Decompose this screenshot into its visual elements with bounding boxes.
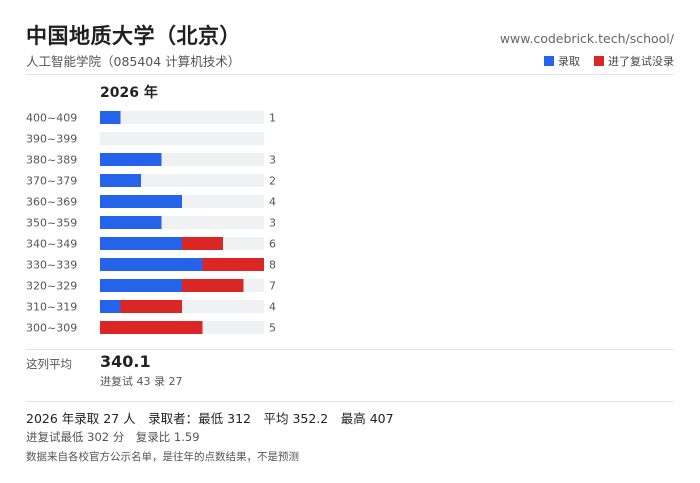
data-label: 3 [269,217,276,230]
page-subtitle: 人工智能学院（085404 计算机技术） [26,54,241,69]
divider [26,74,674,75]
data-label: 2 [269,175,276,188]
tick-label: 370~379 [26,175,77,188]
tick-label: 380~389 [26,154,77,167]
tick-label: 300~309 [26,322,77,335]
bar-rejected [182,279,244,292]
data-label: 4 [269,196,276,209]
bar-rejected [202,258,264,271]
data-label: 4 [269,301,276,314]
bar-track [100,111,264,124]
divider [26,401,674,402]
bar-admitted [100,111,121,124]
tick-label: 400~409 [26,112,77,125]
average-sub: 进复试 43 录 27 [100,375,183,388]
legend-item-admitted: 录取 [544,53,580,69]
bar-admitted [100,216,162,229]
data-label: 8 [269,259,276,272]
chart-legend: 录取 进了复试没录 [536,53,674,69]
data-label: 6 [269,238,276,251]
chart-title: 2026 年 [100,85,158,101]
bar-admitted [100,195,182,208]
legend-swatch-rejected [594,56,604,66]
bar-rejected [182,237,223,250]
divider [26,349,674,350]
bar-admitted [100,258,203,271]
data-label: 3 [269,154,276,167]
bar-admitted [100,300,121,313]
summary-detail: 进复试最低 302 分 复录比 1.59 [26,430,200,444]
legend-label-admitted: 录取 [558,55,580,68]
data-source-note: 数据来自各校官方公示名单，是往年的点数结果，不是预测 [26,451,299,463]
summary-line: 2026 年录取 27 人 录取者：最低 312 平均 352.2 最高 407 [26,411,394,426]
bar-admitted [100,174,141,187]
tick-label: 390~399 [26,133,77,146]
tick-label: 330~339 [26,259,77,272]
data-label: 5 [269,322,276,335]
bar-rejected [120,300,182,313]
tick-label: 340~349 [26,238,77,251]
average-label: 这列平均 [26,357,72,371]
average-value: 340.1 [100,352,151,371]
bar-admitted [100,237,182,250]
bar-admitted [100,153,162,166]
tick-label: 360~369 [26,196,77,209]
legend-swatch-admitted [544,56,554,66]
data-label: 1 [269,112,276,125]
tick-label: 310~319 [26,301,77,314]
tick-label: 320~329 [26,280,77,293]
bar-track [100,132,264,145]
score-distribution-chart: 400~409 1 390~399 380~389 3 370~379 2 360~369 4 3… [26,111,276,335]
legend-label-rejected: 进了复试没录 [608,55,674,68]
tick-label: 350~359 [26,217,77,230]
site-url[interactable]: www.codebrick.tech/school/ [500,31,674,46]
bar-admitted [100,279,182,292]
bar-rejected [100,321,203,334]
legend-item-rejected: 进了复试没录 [594,53,674,69]
data-label: 7 [269,280,276,293]
page-title: 中国地质大学（北京） [26,24,241,48]
